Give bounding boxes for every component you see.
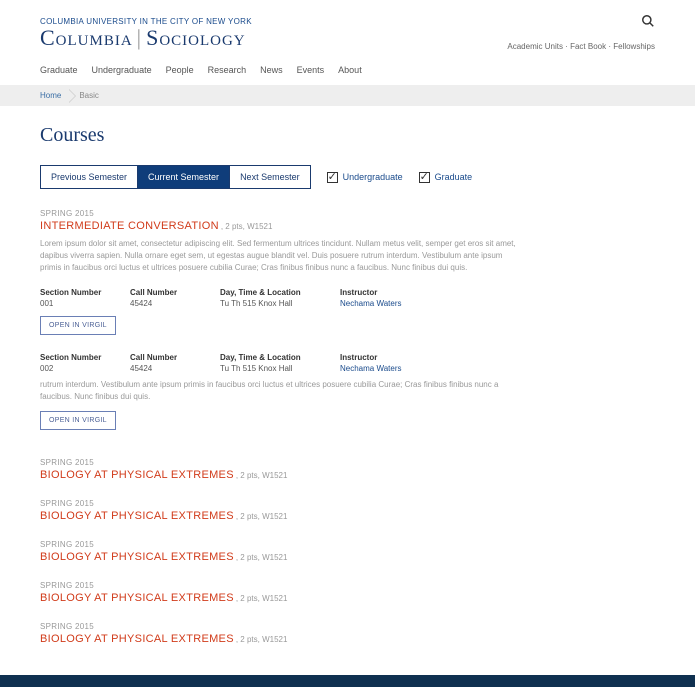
course-title[interactable]: BIOLOGY AT PHYSICAL EXTREMES: [40, 551, 234, 563]
tab-previous-semester[interactable]: Previous Semester: [41, 166, 137, 188]
call-number-value: 45424: [130, 364, 220, 373]
main-nav: Graduate Undergraduate People Research N…: [40, 51, 655, 85]
section-number-label: Section Number: [40, 288, 130, 297]
course-term: SPRING 2015: [40, 622, 655, 631]
nav-undergraduate[interactable]: Undergraduate: [92, 65, 152, 75]
secondary-nav-item[interactable]: Fact Book: [570, 42, 606, 51]
course-item: SPRING 2015 BIOLOGY AT PHYSICAL EXTREMES…: [40, 581, 655, 604]
instructor-link[interactable]: Nechama Waters: [340, 299, 460, 308]
nav-news[interactable]: News: [260, 65, 283, 75]
secondary-nav-item[interactable]: Fellowships: [613, 42, 655, 51]
filter-label: Undergraduate: [343, 172, 403, 182]
day-time-location-value: Tu Th 515 Knox Hall: [220, 299, 340, 308]
nav-research[interactable]: Research: [208, 65, 247, 75]
course-item: SPRING 2015 BIOLOGY AT PHYSICAL EXTREMES…: [40, 499, 655, 522]
open-in-virgil-button[interactable]: OPEN IN VIRGIL: [40, 411, 116, 430]
instructor-label: Instructor: [340, 288, 460, 297]
breadcrumb: Home Basic: [0, 85, 695, 106]
filter-graduate[interactable]: Graduate: [419, 172, 473, 183]
nav-people[interactable]: People: [166, 65, 194, 75]
section-number-value: 002: [40, 364, 130, 373]
instructor-label: Instructor: [340, 353, 460, 362]
breadcrumb-home[interactable]: Home: [40, 91, 71, 100]
semester-tabs: Previous Semester Current Semester Next …: [40, 165, 311, 189]
secondary-nav-item[interactable]: Academic Units: [507, 42, 563, 51]
tab-next-semester[interactable]: Next Semester: [229, 166, 310, 188]
course-item: SPRING 2015 BIOLOGY AT PHYSICAL EXTREMES…: [40, 622, 655, 645]
course-meta: , 2 pts, W1521: [236, 512, 288, 521]
secondary-nav: Academic Units · Fact Book · Fellowships: [507, 22, 655, 51]
course-title[interactable]: BIOLOGY AT PHYSICAL EXTREMES: [40, 592, 234, 604]
logo-part-2: Sociology: [146, 25, 246, 50]
footer-bar: [0, 675, 695, 687]
call-number-label: Call Number: [130, 353, 220, 362]
course-meta: , 2 pts, W1521: [236, 594, 288, 603]
checkbox-icon: [327, 172, 338, 183]
day-time-location-label: Day, Time & Location: [220, 353, 340, 362]
logo-divider: |: [137, 25, 142, 50]
course-item: SPRING 2015 INTERMEDIATE CONVERSATION , …: [40, 209, 655, 430]
open-in-virgil-button[interactable]: OPEN IN VIRGIL: [40, 316, 116, 335]
course-term: SPRING 2015: [40, 581, 655, 590]
tab-current-semester[interactable]: Current Semester: [137, 166, 229, 188]
course-term: SPRING 2015: [40, 209, 655, 218]
course-title[interactable]: BIOLOGY AT PHYSICAL EXTREMES: [40, 469, 234, 481]
filter-undergraduate[interactable]: Undergraduate: [327, 172, 403, 183]
course-meta: , 2 pts, W1521: [236, 635, 288, 644]
breadcrumb-current: Basic: [79, 91, 99, 100]
day-time-location-value: Tu Th 515 Knox Hall: [220, 364, 340, 373]
course-description: Lorem ipsum dolor sit amet, consectetur …: [40, 238, 520, 274]
course-meta: , 2 pts, W1521: [236, 471, 288, 480]
course-term: SPRING 2015: [40, 540, 655, 549]
course-title[interactable]: BIOLOGY AT PHYSICAL EXTREMES: [40, 633, 234, 645]
section-number-label: Section Number: [40, 353, 130, 362]
course-meta: , 2 pts, W1521: [221, 222, 273, 231]
instructor-link[interactable]: Nechama Waters: [340, 364, 460, 373]
nav-about[interactable]: About: [338, 65, 362, 75]
nav-graduate[interactable]: Graduate: [40, 65, 78, 75]
course-item: SPRING 2015 BIOLOGY AT PHYSICAL EXTREMES…: [40, 540, 655, 563]
section-note: rutrum interdum. Vestibulum ante ipsum p…: [40, 379, 520, 403]
site-logo[interactable]: Columbia|Sociology: [40, 25, 246, 51]
filter-label: Graduate: [435, 172, 473, 182]
checkbox-icon: [419, 172, 430, 183]
call-number-value: 45424: [130, 299, 220, 308]
page-title: Courses: [40, 124, 655, 147]
course-meta: , 2 pts, W1521: [236, 553, 288, 562]
day-time-location-label: Day, Time & Location: [220, 288, 340, 297]
call-number-label: Call Number: [130, 288, 220, 297]
course-term: SPRING 2015: [40, 499, 655, 508]
course-item: SPRING 2015 BIOLOGY AT PHYSICAL EXTREMES…: [40, 458, 655, 481]
section-number-value: 001: [40, 299, 130, 308]
course-term: SPRING 2015: [40, 458, 655, 467]
nav-events[interactable]: Events: [297, 65, 325, 75]
course-title[interactable]: BIOLOGY AT PHYSICAL EXTREMES: [40, 510, 234, 522]
logo-part-1: Columbia: [40, 25, 133, 50]
course-section: Section Number 001 Call Number 45424 Day…: [40, 288, 655, 308]
course-section: Section Number 002 Call Number 45424 Day…: [40, 353, 655, 373]
course-title[interactable]: INTERMEDIATE CONVERSATION: [40, 220, 219, 232]
